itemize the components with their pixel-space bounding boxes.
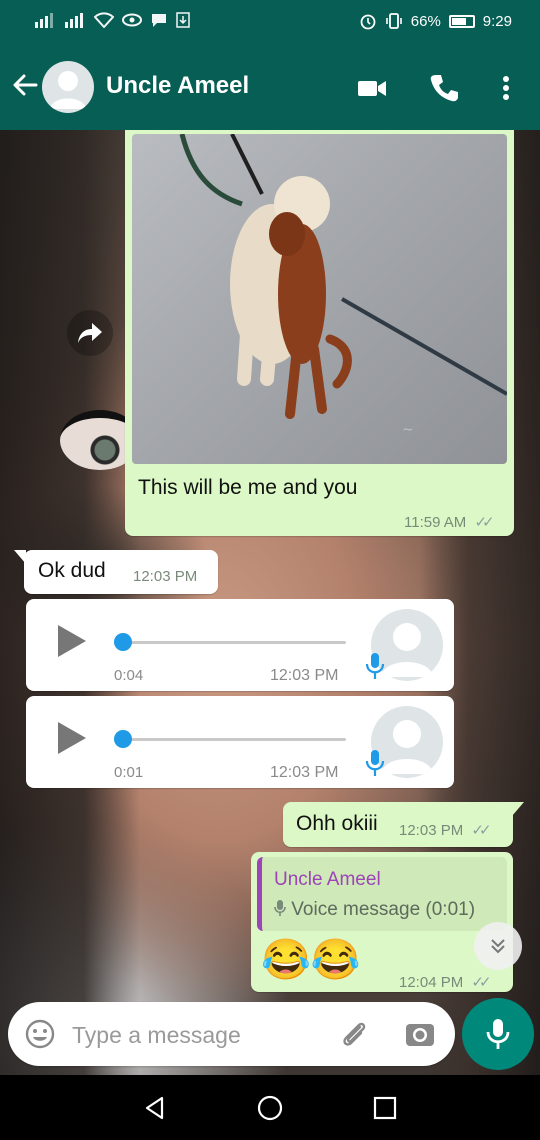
message-text: Ohh okiii — [296, 812, 378, 835]
voice-record-button[interactable] — [462, 998, 534, 1070]
signal-icon — [35, 13, 53, 28]
voice-message[interactable]: 0:04 12:03 PM — [26, 599, 454, 691]
read-ticks-icon: ✓✓ — [471, 974, 491, 991]
emoji-icon[interactable] — [24, 1018, 56, 1050]
chat-icon — [152, 14, 166, 27]
nav-recents-icon[interactable] — [370, 1093, 400, 1123]
message-composer[interactable]: Type a message — [8, 1002, 455, 1066]
mic-icon — [365, 750, 385, 776]
alarm-icon — [360, 14, 376, 30]
voice-message[interactable]: 0:01 12:03 PM — [26, 696, 454, 788]
audio-seek-handle[interactable] — [114, 633, 132, 651]
shared-photo[interactable]: ~ — [132, 134, 507, 464]
message-meta: 11:59 AM ✓✓ — [404, 513, 495, 531]
chevron-double-down-icon — [491, 939, 505, 954]
message-time: 12:04 PM — [399, 974, 464, 991]
bubble-tail — [14, 550, 26, 564]
contact-name[interactable]: Uncle Ameel — [106, 72, 249, 100]
nav-back-icon[interactable] — [140, 1093, 170, 1123]
play-button[interactable] — [58, 625, 86, 657]
forward-button[interactable] — [67, 310, 113, 356]
attach-icon[interactable] — [338, 1018, 370, 1050]
svg-text:~: ~ — [402, 422, 414, 438]
phone-icon[interactable] — [428, 72, 460, 104]
back-arrow-icon[interactable] — [10, 70, 40, 100]
message-time: 12:03 PM — [270, 667, 339, 684]
audio-progress-track[interactable] — [122, 738, 346, 741]
message-text: 😂😂 — [261, 938, 361, 982]
camera-icon[interactable] — [404, 1018, 436, 1050]
outgoing-message[interactable]: Ohh okiii 12:03 PM ✓✓ — [283, 802, 524, 847]
clock-time: 9:29 — [482, 12, 512, 30]
avatar[interactable] — [42, 61, 94, 113]
message-text: This will be me and you — [138, 476, 358, 499]
battery-icon — [448, 14, 475, 28]
message-meta: 12:04 PM ✓✓ — [399, 973, 492, 991]
message-meta: 12:03 PM ✓✓ — [399, 821, 492, 839]
audio-progress-track[interactable] — [122, 641, 346, 644]
reply-message[interactable]: Uncle Ameel Voice message (0:01) 😂😂 12:0… — [251, 852, 513, 992]
read-ticks-icon: ✓✓ — [474, 514, 494, 531]
download-icon — [176, 12, 190, 28]
chat-header: Uncle Ameel — [0, 44, 540, 130]
message-text: Ok dud — [38, 559, 106, 582]
status-icons-left — [34, 12, 190, 28]
status-icons-right: 66% 9:29 — [359, 12, 512, 30]
status-bar: 66% 9:29 — [0, 0, 540, 44]
battery-percent: 66% — [410, 12, 441, 30]
signal-icon — [65, 13, 83, 28]
play-button[interactable] — [58, 722, 86, 754]
read-ticks-icon: ✓✓ — [471, 822, 491, 839]
chat-wallpaper[interactable]: ~ This will be me and you 11:59 AM ✓✓ Ok… — [0, 130, 540, 1075]
message-time: 12:03 PM — [133, 568, 198, 585]
message-input[interactable]: Type a message — [72, 1022, 241, 1049]
quoted-sender: Uncle Ameel — [274, 869, 381, 890]
video-call-icon[interactable] — [356, 72, 388, 104]
more-vert-icon[interactable] — [490, 72, 522, 104]
message-time: 12:03 PM — [270, 764, 339, 781]
message-time: 12:03 PM — [399, 822, 464, 839]
mic-icon — [365, 653, 385, 679]
nav-home-icon[interactable] — [255, 1093, 285, 1123]
vibrate-icon — [385, 13, 402, 29]
mic-icon — [274, 900, 286, 916]
voice-duration: 0:04 — [114, 667, 144, 684]
bubble-tail — [512, 802, 524, 816]
quoted-text: Voice message (0:01) — [274, 899, 475, 921]
system-nav-bar — [0, 1075, 540, 1140]
eye-icon — [122, 13, 142, 27]
message-time: 11:59 AM — [404, 514, 467, 531]
audio-seek-handle[interactable] — [114, 730, 132, 748]
scroll-to-bottom-button[interactable] — [474, 922, 522, 970]
voice-duration: 0:01 — [114, 764, 144, 781]
incoming-message[interactable]: Ok dud 12:03 PM — [14, 550, 218, 594]
wifi-icon — [94, 12, 114, 28]
mic-icon — [486, 1019, 510, 1049]
dogs-photo: ~ — [179, 134, 507, 438]
forward-icon — [78, 323, 102, 343]
image-message[interactable]: ~ This will be me and you 11:59 AM ✓✓ — [125, 130, 514, 536]
quoted-message[interactable]: Uncle Ameel Voice message (0:01) — [257, 857, 507, 931]
